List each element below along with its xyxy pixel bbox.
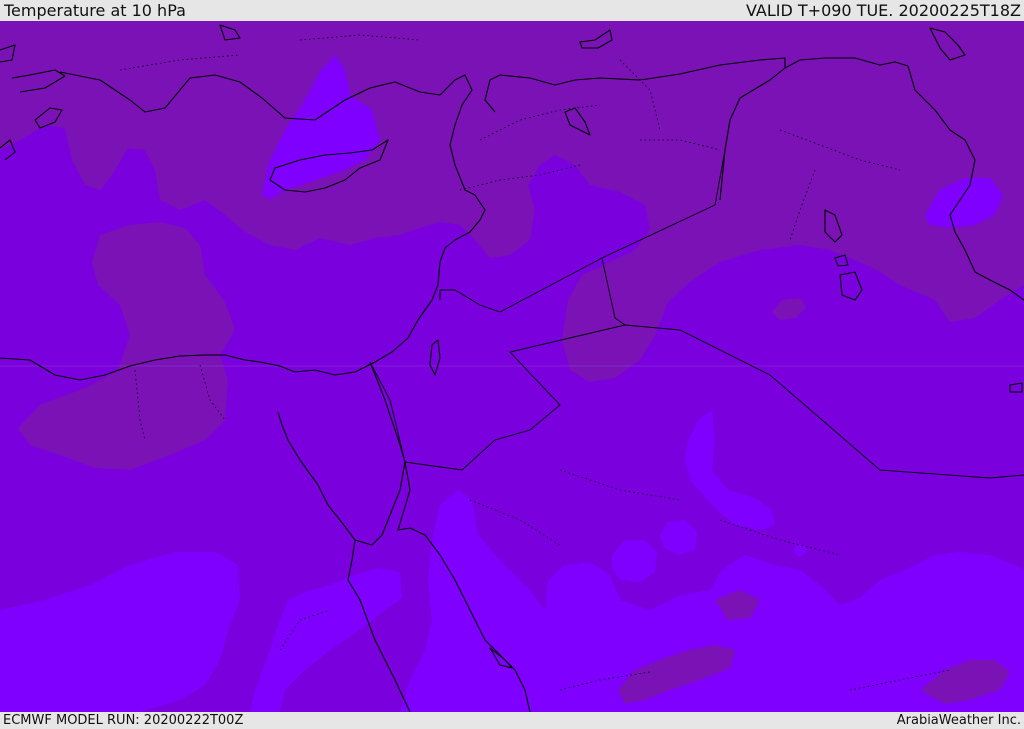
temperature-map[interactable] — [0, 21, 1024, 712]
valid-time-label: VALID T+090 TUE. 20200225T18Z — [745, 1, 1021, 20]
band-light-blob-c — [794, 544, 806, 556]
credit-label: ArabiaWeather Inc. — [896, 713, 1021, 728]
map-footer: ECMWF MODEL RUN: 20200222T00Z ArabiaWeat… — [0, 712, 1024, 729]
map-title: Temperature at 10 hPa — [4, 1, 186, 20]
model-run-label: ECMWF MODEL RUN: 20200222T00Z — [3, 713, 244, 728]
map-header: Temperature at 10 hPa VALID T+090 TUE. 2… — [0, 0, 1024, 21]
